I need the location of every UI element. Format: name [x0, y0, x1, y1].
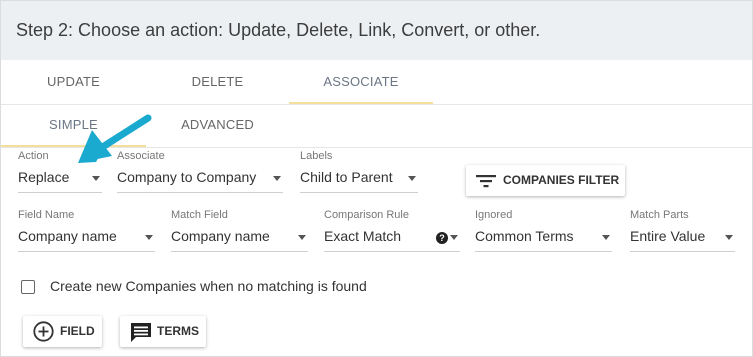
annotation-arrow-icon [78, 114, 152, 163]
